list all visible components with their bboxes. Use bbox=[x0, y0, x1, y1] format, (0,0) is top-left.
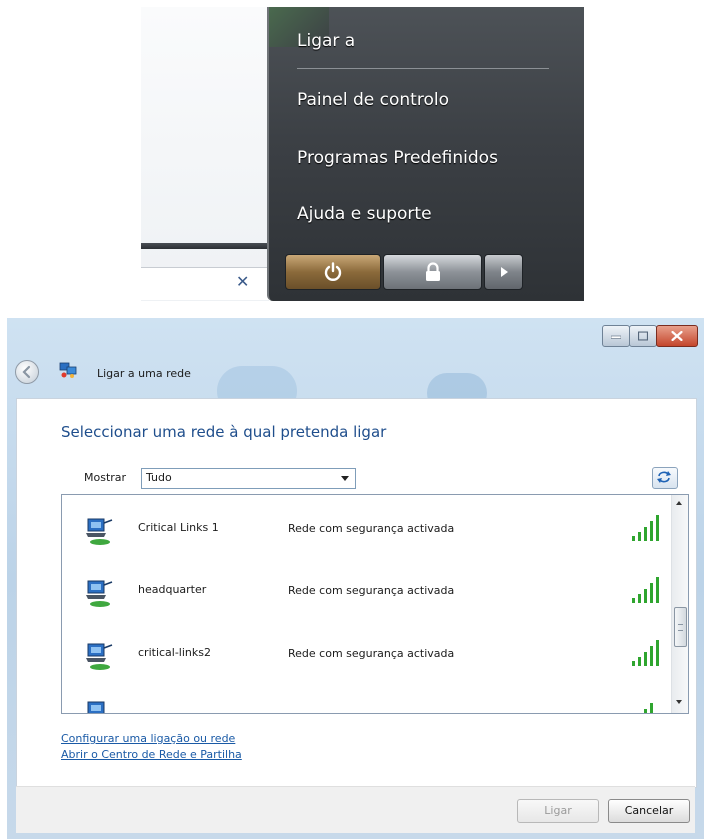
start-menu: ✕ Ligar a Painel de controlo Programas P… bbox=[141, 7, 584, 301]
start-search-box[interactable]: ✕ bbox=[141, 267, 269, 300]
menu-item-help-support[interactable]: Ajuda e suporte bbox=[297, 204, 432, 224]
refresh-button[interactable] bbox=[652, 467, 678, 489]
network-row-partial[interactable] bbox=[62, 682, 670, 713]
dialog-title: Ligar a uma rede bbox=[97, 367, 191, 380]
page-heading: Seleccionar uma rede à qual pretenda lig… bbox=[61, 423, 387, 441]
chevron-down-icon bbox=[341, 476, 349, 481]
scroll-down-arrow-icon[interactable] bbox=[676, 700, 682, 704]
signal-strength-icon bbox=[644, 703, 653, 713]
cancel-button[interactable]: Cancelar bbox=[608, 799, 690, 823]
close-icon bbox=[671, 331, 683, 341]
minimize-icon bbox=[611, 335, 621, 339]
wireless-network-icon bbox=[86, 518, 113, 545]
clear-search-icon[interactable]: ✕ bbox=[236, 272, 249, 291]
network-security: Rede com segurança activada bbox=[288, 522, 455, 535]
menu-item-connect-to[interactable]: Ligar a bbox=[297, 31, 355, 51]
network-wizard-icon bbox=[59, 362, 77, 378]
start-menu-left-edge bbox=[141, 243, 271, 249]
signal-strength-icon bbox=[632, 640, 659, 666]
lock-button[interactable] bbox=[383, 254, 482, 290]
network-row[interactable]: headquarter Rede com segurança activada bbox=[62, 557, 670, 619]
show-filter-select[interactable]: Tudo bbox=[141, 468, 356, 489]
network-row[interactable]: critical-links2 Rede com segurança activ… bbox=[62, 620, 670, 682]
network-row[interactable]: Critical Links 1 Rede com segurança acti… bbox=[62, 495, 670, 557]
menu-separator bbox=[297, 68, 549, 69]
show-label: Mostrar bbox=[84, 471, 127, 484]
back-button[interactable] bbox=[15, 360, 39, 384]
wireless-network-icon bbox=[86, 643, 113, 670]
network-security: Rede com segurança activada bbox=[288, 647, 455, 660]
shutdown-options-button[interactable] bbox=[484, 254, 523, 290]
back-arrow-icon bbox=[22, 365, 31, 379]
network-name: headquarter bbox=[138, 583, 207, 596]
vertical-scrollbar[interactable] bbox=[671, 495, 688, 713]
wireless-network-icon bbox=[86, 580, 113, 607]
start-menu-right-panel: Ligar a Painel de controlo Programas Pre… bbox=[267, 7, 584, 301]
dialog-footer: Ligar Cancelar bbox=[16, 786, 695, 833]
minimize-button[interactable] bbox=[602, 325, 630, 347]
dialog-content: Seleccionar uma rede à qual pretenda lig… bbox=[16, 398, 697, 788]
scroll-thumb[interactable] bbox=[674, 607, 687, 647]
refresh-icon bbox=[657, 471, 671, 483]
power-button[interactable] bbox=[285, 254, 381, 290]
lock-icon bbox=[425, 262, 440, 281]
network-name: Critical Links 1 bbox=[138, 521, 219, 534]
maximize-icon bbox=[638, 331, 648, 341]
scroll-up-arrow-icon[interactable] bbox=[676, 501, 682, 505]
window-controls bbox=[602, 325, 698, 347]
start-menu-buttons bbox=[285, 254, 523, 290]
maximize-button[interactable] bbox=[629, 325, 657, 347]
scroll-grip bbox=[678, 624, 683, 631]
menu-item-control-panel[interactable]: Painel de controlo bbox=[297, 90, 449, 110]
menu-item-default-programs[interactable]: Programas Predefinidos bbox=[297, 148, 498, 168]
open-network-center-link[interactable]: Abrir o Centro de Rede e Partilha bbox=[61, 748, 242, 761]
signal-strength-icon bbox=[632, 577, 659, 603]
power-icon bbox=[324, 262, 342, 281]
arrow-right-icon bbox=[500, 267, 508, 277]
network-security: Rede com segurança activada bbox=[288, 584, 455, 597]
show-filter-value: Tudo bbox=[146, 471, 172, 484]
network-list: Critical Links 1 Rede com segurança acti… bbox=[61, 494, 689, 714]
connect-to-network-dialog: Ligar a uma rede Seleccionar uma rede à … bbox=[7, 318, 704, 839]
connect-button[interactable]: Ligar bbox=[517, 799, 599, 823]
signal-strength-icon bbox=[632, 515, 659, 541]
network-name: critical-links2 bbox=[138, 646, 211, 659]
close-button[interactable] bbox=[656, 325, 698, 347]
start-menu-left-panel bbox=[141, 7, 269, 301]
wireless-network-icon bbox=[87, 701, 105, 713]
setup-connection-link[interactable]: Configurar uma ligação ou rede bbox=[61, 732, 235, 745]
